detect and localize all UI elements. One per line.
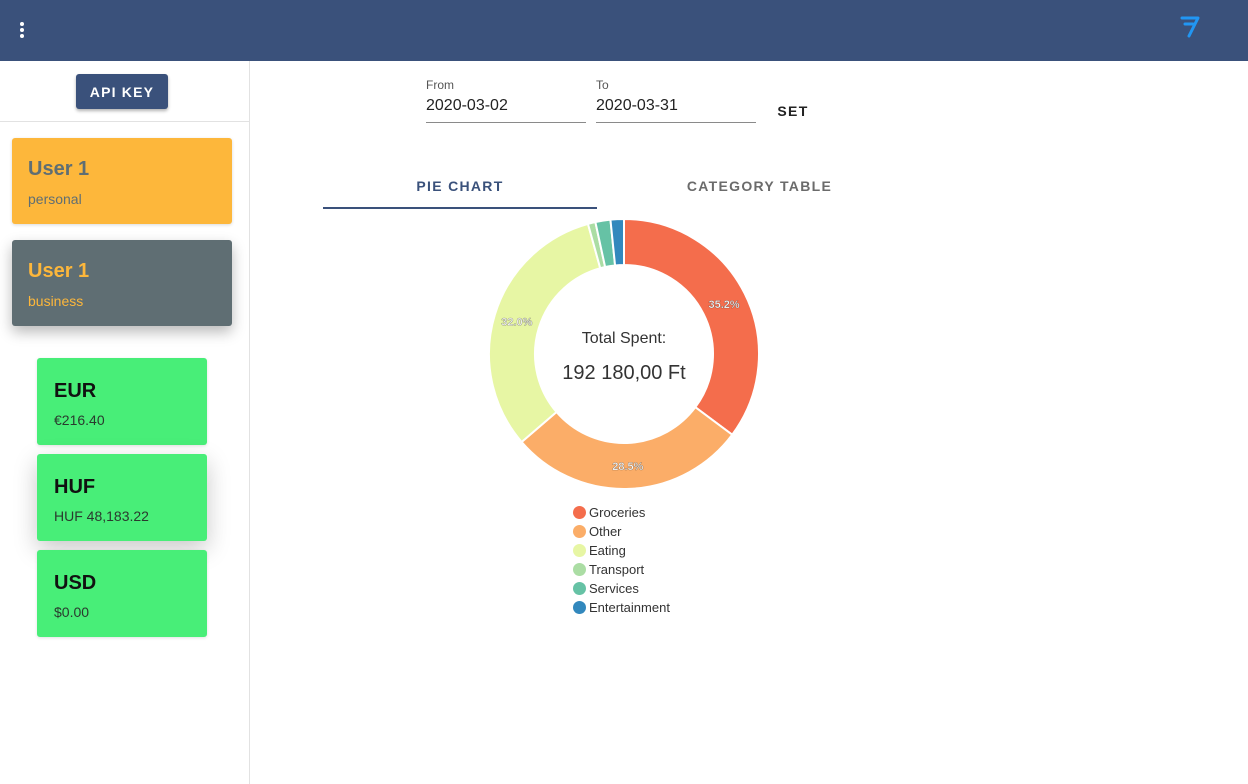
legend-label: Entertainment <box>589 600 670 615</box>
profile-name: User 1 <box>28 158 90 180</box>
currency-card-huf[interactable]: HUF HUF 48,183.22 <box>37 454 207 541</box>
chart-legend: Groceries Other Eating Transport Services Ent… <box>573 503 733 617</box>
pie-slice-groceries[interactable] <box>623 217 760 437</box>
currency-card-eur[interactable]: EUR €216.40 <box>37 358 207 445</box>
legend-item-eating[interactable]: Eating <box>573 541 733 560</box>
legend-item-entertainment[interactable]: Entertainment <box>573 598 733 617</box>
profile-name: User 1 <box>28 260 90 282</box>
set-button[interactable]: SET <box>771 96 815 126</box>
legend-swatch <box>573 601 586 614</box>
legend-label: Transport <box>589 562 645 577</box>
to-date-label: To <box>596 78 609 92</box>
from-date-input[interactable] <box>426 97 586 115</box>
profile-type: business <box>28 293 84 309</box>
currency-balance: €216.40 <box>54 412 105 428</box>
to-date-input[interactable] <box>596 97 756 115</box>
legend-swatch <box>573 544 586 557</box>
wise-logo-icon[interactable] <box>1180 14 1202 38</box>
pie-slice-other[interactable] <box>520 405 734 490</box>
legend-item-other[interactable]: Other <box>573 522 733 541</box>
legend-item-groceries[interactable]: Groceries <box>573 503 733 522</box>
top-app-bar <box>0 0 1248 61</box>
legend-label: Groceries <box>589 505 646 520</box>
total-spent-value: 192 180,00 Ft <box>562 362 686 384</box>
from-date-label: From <box>426 78 454 92</box>
pie-label-other: 28.5% <box>612 461 643 473</box>
profile-card-personal[interactable]: User 1 personal <box>12 138 232 224</box>
legend-item-services[interactable]: Services <box>573 579 733 598</box>
to-date-field[interactable]: To <box>596 78 756 123</box>
currency-card-usd[interactable]: USD $0.00 <box>37 550 207 637</box>
legend-swatch <box>573 563 586 576</box>
tab-pie-chart[interactable]: PIE CHART <box>323 162 597 209</box>
pie-label-eating: 32.0% <box>501 316 532 328</box>
legend-swatch <box>573 506 586 519</box>
currency-balance: $0.00 <box>54 604 90 620</box>
currency-code: USD <box>54 572 97 594</box>
api-key-section: API KEY <box>0 61 249 122</box>
legend-swatch <box>573 525 586 538</box>
api-key-button[interactable]: API KEY <box>76 74 168 109</box>
profile-card-business[interactable]: User 1 business <box>12 240 232 326</box>
total-spent-label: Total Spent: <box>581 330 667 347</box>
from-date-field[interactable]: From <box>426 78 586 123</box>
active-tab-indicator <box>323 207 597 209</box>
profile-type: personal <box>28 191 82 207</box>
legend-label: Other <box>589 524 622 539</box>
more-vert-icon[interactable] <box>12 18 32 42</box>
legend-swatch <box>573 582 586 595</box>
pie-label-groceries: 35.2% <box>709 299 740 311</box>
legend-label: Services <box>589 581 639 596</box>
tab-category-table[interactable]: CATEGORY TABLE <box>597 162 922 209</box>
currency-code: HUF <box>54 476 96 498</box>
sidebar: API KEY User 1 personal User 1 business … <box>0 61 250 784</box>
currency-code: EUR <box>54 380 97 402</box>
legend-label: Eating <box>589 543 626 558</box>
spending-donut-chart: 35.2% 28.5% 32.0% <box>488 217 760 490</box>
currency-balance: HUF 48,183.22 <box>54 508 149 524</box>
legend-item-transport[interactable]: Transport <box>573 560 733 579</box>
